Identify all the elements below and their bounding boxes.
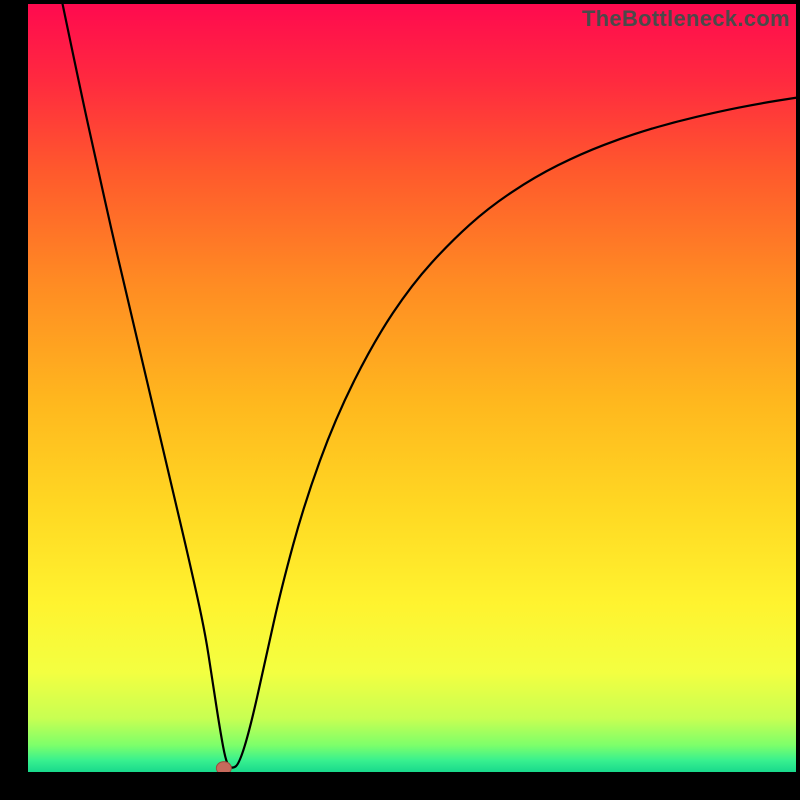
optimal-point-marker (216, 762, 231, 772)
chart-frame: TheBottleneck.com (0, 0, 800, 800)
gradient-background (28, 4, 796, 772)
plot-area: TheBottleneck.com (28, 4, 796, 772)
watermark-text: TheBottleneck.com (582, 6, 790, 32)
chart-svg (28, 4, 796, 772)
